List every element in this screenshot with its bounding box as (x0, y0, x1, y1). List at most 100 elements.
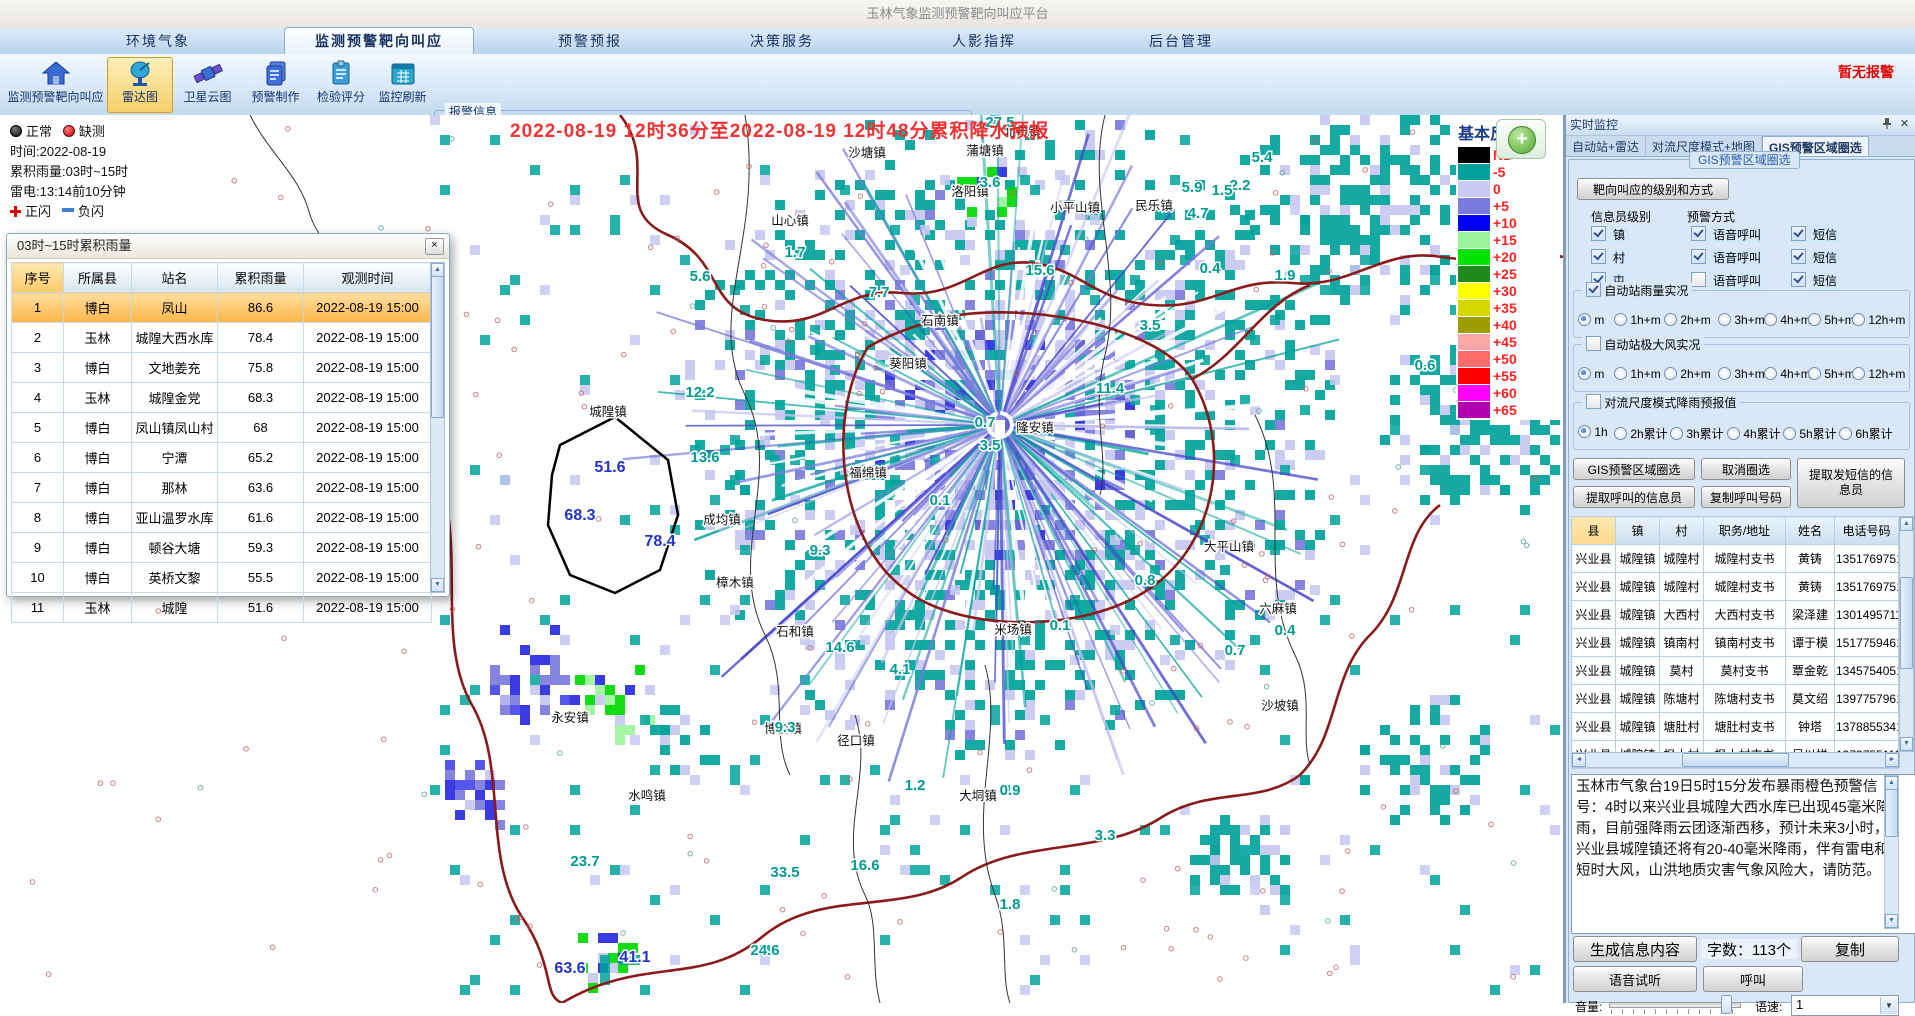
radio-option[interactable]: 3h累计 (1670, 425, 1724, 442)
radio-option[interactable]: 4h+m (1764, 367, 1811, 381)
rain-table-window[interactable]: 03时~15时累积雨量 × 序号所属县站名累积雨量观测时间1博白凤山86.620… (6, 233, 450, 597)
radio-option[interactable]: 1h+m (1614, 367, 1661, 381)
radio-button[interactable] (1664, 367, 1677, 380)
menu-item-5[interactable]: 后台管理 (1135, 28, 1227, 54)
menu-item-0[interactable]: 环境气象 (112, 28, 204, 54)
checkbox[interactable] (1691, 272, 1706, 287)
toolbar-button-5[interactable]: 监控刷新 (375, 57, 430, 113)
radio-option[interactable]: 2h+m (1664, 367, 1711, 381)
radio-button[interactable] (1578, 425, 1591, 438)
call-button[interactable]: 呼叫 (1703, 966, 1803, 992)
rain-table-row[interactable]: 3博白文地姜充75.82022-08-19 15:00 (12, 353, 432, 383)
radio-option[interactable]: 1h (1578, 425, 1608, 439)
radio-option[interactable]: 2h累计 (1614, 425, 1668, 442)
rain-table-row[interactable]: 5博白凤山镇凤山村682022-08-19 15:00 (12, 413, 432, 443)
panel-titlebar[interactable]: 实时监控 ✕ (1566, 115, 1915, 136)
checkbox[interactable] (1691, 226, 1706, 241)
rain-window-titlebar[interactable]: 03时~15时累积雨量 (7, 234, 449, 259)
toolbar-button-3[interactable]: 预警制作 (242, 57, 309, 113)
radio-button[interactable] (1578, 367, 1591, 380)
radio-button[interactable] (1808, 313, 1821, 326)
rain-table-row[interactable]: 1博白凤山86.62022-08-19 15:00 (12, 293, 432, 323)
radio-button[interactable] (1664, 313, 1677, 326)
toolbar-button-1[interactable]: 雷达图 (107, 57, 173, 113)
rain-table-scrollbar[interactable]: ▲ ▼ (430, 262, 445, 593)
gis-select-button[interactable]: GIS预警区域圈选 (1573, 458, 1695, 480)
radio-button[interactable] (1614, 427, 1627, 440)
copy-call-numbers-button[interactable]: 复制呼叫号码 (1701, 486, 1791, 508)
rain-col-header-3[interactable]: 累积雨量 (218, 263, 304, 293)
close-icon[interactable]: ✕ (1897, 117, 1912, 132)
checkbox[interactable] (1791, 272, 1806, 287)
voice-preview-button[interactable]: 语音试听 (1573, 966, 1697, 992)
menu-item-1[interactable]: 监测预警靶向叫应 (284, 27, 474, 54)
speed-combobox[interactable]: 1▼ (1791, 995, 1899, 1016)
window-titlebar[interactable]: 玉林气象监测预警靶向叫应平台 (0, 0, 1915, 29)
contact-col-header-5[interactable]: 电话号码 (1835, 517, 1899, 545)
radio-button[interactable] (1718, 367, 1731, 380)
radio-button[interactable] (1578, 313, 1591, 326)
radio-button[interactable] (1852, 313, 1865, 326)
radio-button[interactable] (1808, 367, 1821, 380)
radio-option[interactable]: 5h+m (1808, 367, 1855, 381)
contact-row[interactable]: 兴业县城隍镇塘肚村塘肚村支书钟塔1378855341 (1572, 713, 1899, 741)
rain-table-row[interactable]: 6博白宁潭65.22022-08-19 15:00 (12, 443, 432, 473)
rain-table-row[interactable]: 11玉林城隍51.62022-08-19 15:00 (12, 593, 432, 623)
checkbox[interactable] (1591, 249, 1606, 264)
checkbox[interactable] (1791, 226, 1806, 241)
contacts-hscrollbar[interactable]: ◄► (1571, 752, 1900, 768)
radio-option[interactable]: m (1578, 313, 1604, 327)
radio-button[interactable] (1614, 313, 1627, 326)
radio-button[interactable] (1718, 313, 1731, 326)
menu-item-2[interactable]: 预警预报 (544, 28, 636, 54)
checkbox[interactable] (1691, 249, 1706, 264)
toolbar-button-2[interactable]: 卫星云图 (173, 57, 242, 113)
checkbox[interactable] (1591, 226, 1606, 241)
radio-button[interactable] (1614, 367, 1627, 380)
toolbar-button-4[interactable]: 检验评分 (309, 57, 373, 113)
radio-button[interactable] (1727, 427, 1740, 440)
checkbox[interactable] (1586, 282, 1601, 297)
panel-tab-0[interactable]: 自动站+雷达 (1566, 136, 1646, 156)
contact-row[interactable]: 兴业县城隍镇大西村大西村支书梁泽建1301495711 (1572, 601, 1899, 629)
radio-option[interactable]: 2h+m (1664, 313, 1711, 327)
message-vscrollbar[interactable]: ▲▼ (1884, 775, 1899, 929)
radio-button[interactable] (1764, 313, 1777, 326)
contact-row[interactable]: 兴业县城隍镇陈塘村陈塘村支书莫文绍1397757961 (1572, 685, 1899, 713)
radio-button[interactable] (1783, 427, 1796, 440)
contact-row[interactable]: 兴业县城隍镇城隍村城隍村支书黄铸1351769751 (1572, 545, 1899, 573)
radio-option[interactable]: 3h+m (1718, 367, 1765, 381)
radio-button[interactable] (1839, 427, 1852, 440)
radio-option[interactable]: 12h+m (1852, 367, 1905, 381)
contact-row[interactable]: 兴业县城隍镇镇南村镇南村支书谭于模1517759461 (1572, 629, 1899, 657)
rain-col-header-1[interactable]: 所属县 (64, 263, 132, 293)
close-icon[interactable]: × (425, 238, 444, 255)
radio-option[interactable]: 6h累计 (1839, 425, 1893, 442)
generate-message-button[interactable]: 生成信息内容 (1573, 936, 1697, 962)
radio-button[interactable] (1852, 367, 1865, 380)
contact-col-header-1[interactable]: 镇 (1616, 517, 1660, 545)
radio-option[interactable]: 1h+m (1614, 313, 1661, 327)
rain-table-row[interactable]: 4玉林城隍金党68.32022-08-19 15:00 (12, 383, 432, 413)
copy-button[interactable]: 复制 (1801, 936, 1899, 962)
extract-sms-contacts-button[interactable]: 提取发短信的信息员 (1797, 458, 1905, 508)
contact-col-header-2[interactable]: 村 (1660, 517, 1704, 545)
menu-item-4[interactable]: 人影指挥 (938, 28, 1030, 54)
contacts-vscrollbar[interactable]: ▲▼ (1899, 516, 1914, 752)
contact-col-header-3[interactable]: 职务/地址 (1704, 517, 1786, 545)
checkbox[interactable] (1791, 249, 1806, 264)
radio-option[interactable]: 12h+m (1852, 313, 1905, 327)
add-button[interactable]: + (1496, 119, 1546, 159)
radio-option[interactable]: 4h累计 (1727, 425, 1781, 442)
checkbox[interactable] (1586, 336, 1601, 351)
extract-call-contacts-button[interactable]: 提取呼叫的信息员 (1573, 486, 1695, 508)
pin-icon[interactable] (1879, 117, 1894, 132)
contact-col-header-0[interactable]: 县 (1572, 517, 1616, 545)
rain-col-header-4[interactable]: 观测时间 (304, 263, 432, 293)
radio-option[interactable]: 5h累计 (1783, 425, 1837, 442)
volume-slider-thumb[interactable] (1721, 995, 1732, 1014)
call-level-mode-button[interactable]: 靶向叫应的级别和方式 (1577, 178, 1729, 200)
radio-option[interactable]: 5h+m (1808, 313, 1855, 327)
rain-table-row[interactable]: 7博白那林63.62022-08-19 15:00 (12, 473, 432, 503)
checkbox[interactable] (1586, 394, 1601, 409)
